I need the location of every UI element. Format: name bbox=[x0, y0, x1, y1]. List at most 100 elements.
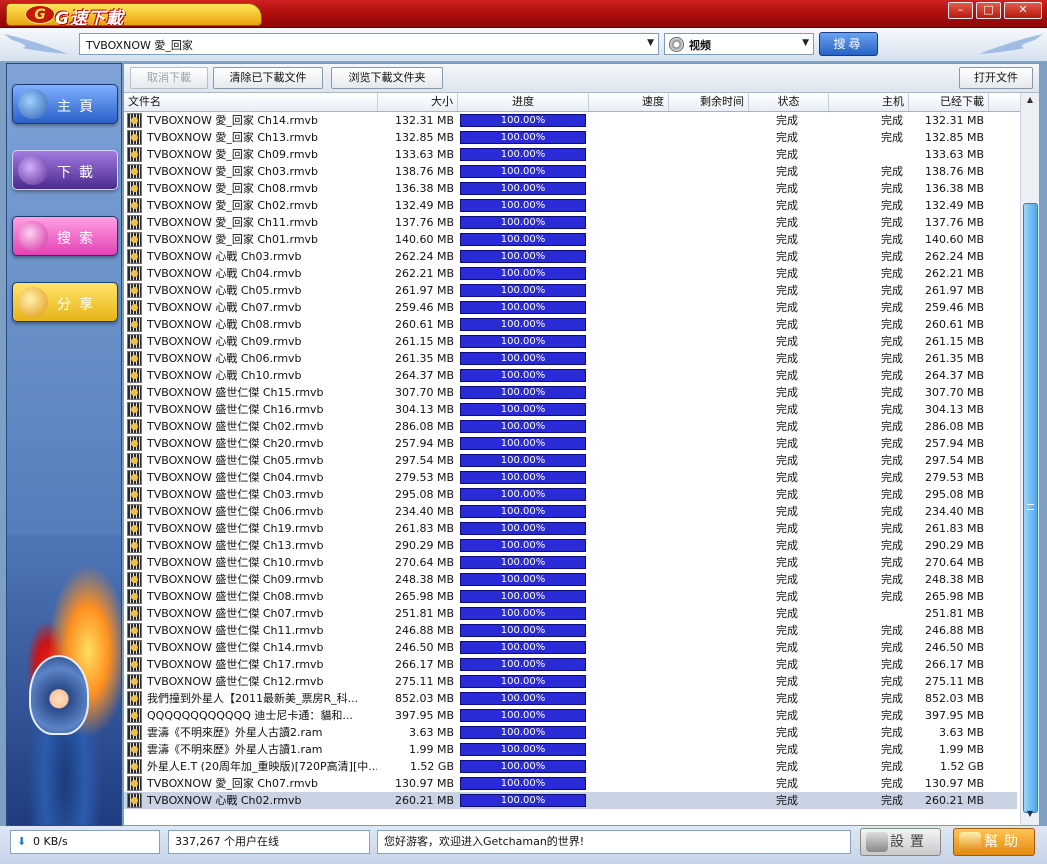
table-row[interactable]: TVBOXNOW 愛_回家 Ch11.rmvb 137.76 MB 100.00% 完… bbox=[124, 214, 1017, 231]
download-panel: 取消下載 清除已下載文件 浏览下載文件夹 打开文件 文件名 大小 进度 速度 剩… bbox=[123, 63, 1040, 826]
table-row[interactable]: TVBOXNOW 愛_回家 Ch07.rmvb 130.97 MB 100.00% 完… bbox=[124, 775, 1017, 792]
help-button[interactable]: 幫助 bbox=[953, 828, 1035, 856]
table-row[interactable]: TVBOXNOW 心戰 Ch07.rmvb 259.46 MB 100.00% 完成 完… bbox=[124, 299, 1017, 316]
cell-progress-bar: 100.00% bbox=[460, 420, 586, 433]
cell-host: 完成 bbox=[881, 318, 903, 331]
cell-status: 完成 bbox=[776, 488, 798, 501]
browse-folder-button[interactable]: 浏览下載文件夹 bbox=[331, 67, 443, 89]
table-row[interactable]: TVBOXNOW 愛_回家 Ch02.rmvb 132.49 MB 100.00% 完… bbox=[124, 197, 1017, 214]
file-rmvb-icon bbox=[127, 147, 142, 162]
table-row[interactable]: TVBOXNOW 愛_回家 Ch03.rmvb 138.76 MB 100.00% 完… bbox=[124, 163, 1017, 180]
cancel-download-button[interactable]: 取消下載 bbox=[130, 67, 208, 89]
table-row[interactable]: TVBOXNOW 盛世仁傑 Ch17.rmvb 266.17 MB 100.00% 完… bbox=[124, 656, 1017, 673]
col-filename[interactable]: 文件名 bbox=[124, 93, 378, 111]
col-downloaded[interactable]: 已经下載 bbox=[909, 93, 989, 111]
table-row[interactable]: TVBOXNOW 心戰 Ch05.rmvb 261.97 MB 100.00% 完成 完… bbox=[124, 282, 1017, 299]
table-row[interactable]: TVBOXNOW 愛_回家 Ch13.rmvb 132.85 MB 100.00% 完… bbox=[124, 129, 1017, 146]
sidebar-item-home[interactable]: 主頁 bbox=[12, 84, 118, 124]
cell-filename: TVBOXNOW 盛世仁傑 Ch11.rmvb bbox=[147, 624, 324, 637]
cell-status: 完成 bbox=[776, 437, 798, 450]
table-row[interactable]: TVBOXNOW 盛世仁傑 Ch20.rmvb 257.94 MB 100.00% 完… bbox=[124, 435, 1017, 452]
sidebar-item-search[interactable]: 搜索 bbox=[12, 216, 118, 256]
table-row[interactable]: TVBOXNOW 心戰 Ch08.rmvb 260.61 MB 100.00% 完成 完… bbox=[124, 316, 1017, 333]
cell-status: 完成 bbox=[776, 743, 798, 756]
table-row[interactable]: TVBOXNOW 盛世仁傑 Ch03.rmvb 295.08 MB 100.00% 完… bbox=[124, 486, 1017, 503]
table-row[interactable]: TVBOXNOW 盛世仁傑 Ch06.rmvb 234.40 MB 100.00% 完… bbox=[124, 503, 1017, 520]
minimize-button[interactable]: – bbox=[948, 2, 973, 19]
table-row[interactable]: TVBOXNOW 心戰 Ch02.rmvb 260.21 MB 100.00% 完成 完… bbox=[124, 792, 1017, 809]
table-row[interactable]: 我們撞到外星人【2011最新美_票房R_科... 852.03 MB 100.00%… bbox=[124, 690, 1017, 707]
table-row[interactable]: 雲濤《不明來歷》外星人古讀1.ram 1.99 MB 100.00% 完成 完成 1.99… bbox=[124, 741, 1017, 758]
cell-progress-bar: 100.00% bbox=[460, 505, 586, 518]
cell-host: 完成 bbox=[881, 675, 903, 688]
col-size[interactable]: 大小 bbox=[378, 93, 458, 111]
col-remaining[interactable]: 剩余时间 bbox=[669, 93, 749, 111]
file-rmvb-icon bbox=[127, 538, 142, 553]
table-row[interactable]: TVBOXNOW 盛世仁傑 Ch14.rmvb 246.50 MB 100.00% 完… bbox=[124, 639, 1017, 656]
cell-status: 完成 bbox=[776, 522, 798, 535]
table-row[interactable]: TVBOXNOW 盛世仁傑 Ch19.rmvb 261.83 MB 100.00% 完… bbox=[124, 520, 1017, 537]
table-row[interactable]: TVBOXNOW 愛_回家 Ch14.rmvb 132.31 MB 100.00% 完… bbox=[124, 112, 1017, 129]
cell-progress-bar: 100.00% bbox=[460, 114, 586, 127]
table-row[interactable]: QQQQQQQQQQQQ 迪士尼卡通：貓和... 397.95 MB 100.00%… bbox=[124, 707, 1017, 724]
cell-host: 完成 bbox=[881, 301, 903, 314]
col-progress[interactable]: 进度 bbox=[458, 93, 589, 111]
chevron-down-icon[interactable]: ▼ bbox=[647, 38, 654, 48]
table-row[interactable]: TVBOXNOW 愛_回家 Ch01.rmvb 140.60 MB 100.00% 完… bbox=[124, 231, 1017, 248]
logo-badge: G bbox=[25, 5, 55, 24]
cell-host: 完成 bbox=[881, 352, 903, 365]
cell-progress-bar: 100.00% bbox=[460, 777, 586, 790]
clear-downloaded-button[interactable]: 清除已下載文件 bbox=[213, 67, 323, 89]
sidebar-item-download[interactable]: 下載 bbox=[12, 150, 118, 190]
cell-progress-bar: 100.00% bbox=[460, 301, 586, 314]
scrollbar-thumb[interactable] bbox=[1023, 203, 1038, 813]
cell-progress-bar: 100.00% bbox=[460, 352, 586, 365]
table-row[interactable]: TVBOXNOW 盛世仁傑 Ch15.rmvb 307.70 MB 100.00% 完… bbox=[124, 384, 1017, 401]
scroll-down-icon[interactable]: ▼ bbox=[1023, 809, 1037, 823]
col-host[interactable]: 主机 bbox=[829, 93, 909, 111]
type-select[interactable]: 视频 ▼ bbox=[664, 33, 814, 55]
table-row[interactable]: TVBOXNOW 盛世仁傑 Ch13.rmvb 290.29 MB 100.00% 完… bbox=[124, 537, 1017, 554]
cell-progress-bar: 100.00% bbox=[460, 369, 586, 382]
chevron-down-icon[interactable]: ▼ bbox=[802, 38, 809, 48]
table-row[interactable]: TVBOXNOW 心戰 Ch03.rmvb 262.24 MB 100.00% 完成 完… bbox=[124, 248, 1017, 265]
table-row[interactable]: TVBOXNOW 心戰 Ch04.rmvb 262.21 MB 100.00% 完成 完… bbox=[124, 265, 1017, 282]
col-status[interactable]: 状态 bbox=[749, 93, 829, 111]
table-row[interactable]: TVBOXNOW 盛世仁傑 Ch08.rmvb 265.98 MB 100.00% 完… bbox=[124, 588, 1017, 605]
cell-progress-bar: 100.00% bbox=[460, 148, 586, 161]
cell-host: 完成 bbox=[881, 437, 903, 450]
sidebar: 主頁 下載 搜索 分享 bbox=[6, 63, 122, 826]
vertical-scrollbar[interactable]: ▲ ▼ bbox=[1020, 93, 1039, 825]
table-row[interactable]: TVBOXNOW 盛世仁傑 Ch02.rmvb 286.08 MB 100.00% 完… bbox=[124, 418, 1017, 435]
col-speed[interactable]: 速度 bbox=[589, 93, 669, 111]
cell-host: 完成 bbox=[881, 335, 903, 348]
settings-button[interactable]: 設置 bbox=[860, 828, 941, 856]
sidebar-item-share[interactable]: 分享 bbox=[12, 282, 118, 322]
table-row[interactable]: TVBOXNOW 盛世仁傑 Ch07.rmvb 251.81 MB 100.00% 完… bbox=[124, 605, 1017, 622]
search-button[interactable]: 搜尋 bbox=[819, 32, 878, 56]
cell-size: 248.38 MB bbox=[394, 573, 454, 586]
table-row[interactable]: TVBOXNOW 心戰 Ch10.rmvb 264.37 MB 100.00% 完成 完… bbox=[124, 367, 1017, 384]
table-row[interactable]: TVBOXNOW 盛世仁傑 Ch04.rmvb 279.53 MB 100.00% 完… bbox=[124, 469, 1017, 486]
table-row[interactable]: TVBOXNOW 愛_回家 Ch08.rmvb 136.38 MB 100.00% 完… bbox=[124, 180, 1017, 197]
table-row[interactable]: TVBOXNOW 愛_回家 Ch09.rmvb 133.63 MB 100.00% 完… bbox=[124, 146, 1017, 163]
table-row[interactable]: 外星人E.T (20周年加_重映版)[720P高清][中... 1.52 GB 10… bbox=[124, 758, 1017, 775]
table-row[interactable]: TVBOXNOW 心戰 Ch09.rmvb 261.15 MB 100.00% 完成 完… bbox=[124, 333, 1017, 350]
cell-size: 251.81 MB bbox=[394, 607, 454, 620]
cell-filename: TVBOXNOW 盛世仁傑 Ch02.rmvb bbox=[147, 420, 324, 433]
maximize-button[interactable]: □ bbox=[976, 2, 1001, 19]
table-row[interactable]: TVBOXNOW 心戰 Ch06.rmvb 261.35 MB 100.00% 完成 完… bbox=[124, 350, 1017, 367]
table-row[interactable]: TVBOXNOW 盛世仁傑 Ch10.rmvb 270.64 MB 100.00% 完… bbox=[124, 554, 1017, 571]
close-button[interactable]: ✕ bbox=[1004, 2, 1042, 19]
table-row[interactable]: TVBOXNOW 盛世仁傑 Ch12.rmvb 275.11 MB 100.00% 完… bbox=[124, 673, 1017, 690]
table-row[interactable]: 雲濤《不明來歷》外星人古讀2.ram 3.63 MB 100.00% 完成 完成 3.63… bbox=[124, 724, 1017, 741]
table-row[interactable]: TVBOXNOW 盛世仁傑 Ch11.rmvb 246.88 MB 100.00% 完… bbox=[124, 622, 1017, 639]
cell-progress-bar: 100.00% bbox=[460, 250, 586, 263]
search-input[interactable]: TVBOXNOW 愛_回家 ▼ bbox=[79, 33, 659, 55]
table-row[interactable]: TVBOXNOW 盛世仁傑 Ch16.rmvb 304.13 MB 100.00% 完… bbox=[124, 401, 1017, 418]
open-file-button[interactable]: 打开文件 bbox=[959, 67, 1033, 89]
scroll-up-icon[interactable]: ▲ bbox=[1023, 95, 1037, 109]
table-row[interactable]: TVBOXNOW 盛世仁傑 Ch09.rmvb 248.38 MB 100.00% 完… bbox=[124, 571, 1017, 588]
table-row[interactable]: TVBOXNOW 盛世仁傑 Ch05.rmvb 297.54 MB 100.00% 完… bbox=[124, 452, 1017, 469]
cell-progress-bar: 100.00% bbox=[460, 539, 586, 552]
